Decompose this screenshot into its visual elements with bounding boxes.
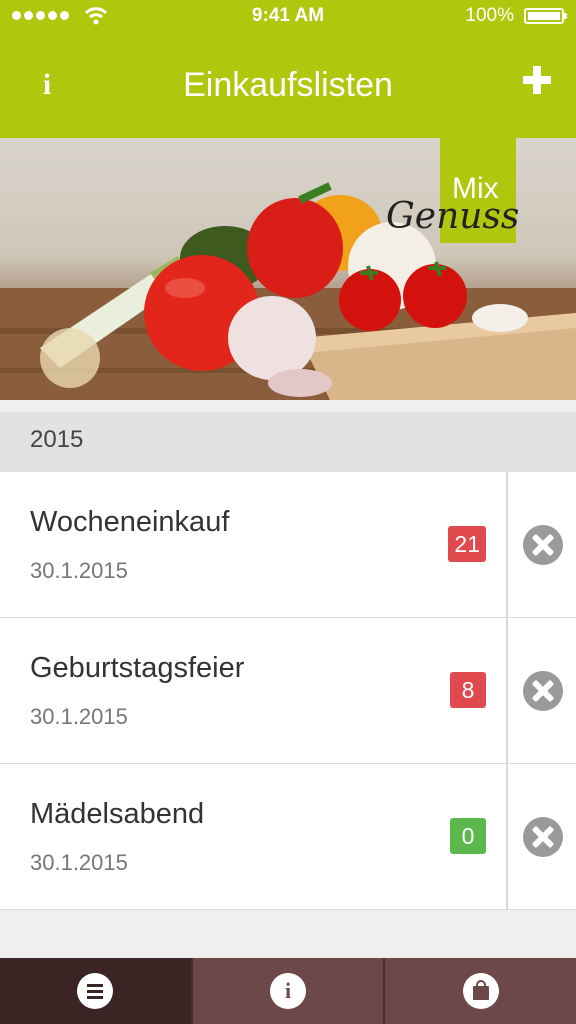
- delete-list-button[interactable]: [506, 618, 576, 763]
- header-banner-image: Mix Genuss: [0, 138, 576, 400]
- list-item-title: Geburtstagsfeier: [30, 652, 245, 684]
- list-item-open[interactable]: Geburtstagsfeier 30.1.2015 8: [0, 618, 506, 763]
- list-item-title: Wocheneinkauf: [30, 506, 230, 538]
- battery-icon: [524, 8, 567, 24]
- tab-shop[interactable]: [385, 958, 576, 1024]
- list-item-date: 30.1.2015: [30, 704, 128, 729]
- item-count-badge: 8: [450, 672, 486, 708]
- list-item-date: 30.1.2015: [30, 558, 128, 583]
- list-item: Mädelsabend 30.1.2015 0: [0, 764, 576, 910]
- plus-icon[interactable]: [520, 64, 554, 98]
- info-icon: i: [270, 973, 306, 1009]
- navigation-bar: i Einkaufslisten: [0, 34, 576, 138]
- section-header: 2015: [0, 412, 576, 473]
- delete-list-button[interactable]: [506, 764, 576, 909]
- logo-genuss-text: Genuss: [386, 196, 520, 237]
- tab-lists[interactable]: [0, 958, 193, 1024]
- battery-percentage: 100%: [465, 5, 514, 26]
- list-item-date: 30.1.2015: [30, 850, 128, 875]
- item-count-badge: 0: [450, 818, 486, 854]
- shopping-bag-icon: [462, 973, 499, 1009]
- page-title: Einkaufslisten: [183, 66, 393, 104]
- list-item-open[interactable]: Wocheneinkauf 30.1.2015 21: [0, 472, 506, 617]
- tab-bar: i: [0, 958, 576, 1024]
- list-icon: [77, 973, 114, 1009]
- close-circle-icon: [523, 671, 563, 711]
- list-item: Wocheneinkauf 30.1.2015 21: [0, 472, 576, 618]
- top-bar: 9:41 AM 100% i Einkaufslisten: [0, 0, 576, 138]
- delete-list-button[interactable]: [506, 472, 576, 617]
- close-circle-icon: [523, 525, 563, 565]
- list-item-open[interactable]: Mädelsabend 30.1.2015 0: [0, 764, 506, 909]
- item-count-badge: 21: [448, 526, 486, 562]
- list-item: Geburtstagsfeier 30.1.2015 8: [0, 618, 576, 764]
- list-item-title: Mädelsabend: [30, 798, 205, 830]
- status-bar: 9:41 AM 100%: [0, 0, 576, 34]
- tab-info[interactable]: i: [192, 958, 386, 1024]
- close-circle-icon: [523, 817, 563, 857]
- section-year: 2015: [30, 426, 84, 453]
- shopping-list: Wocheneinkauf 30.1.2015 21 Geburtstagsfe…: [0, 472, 576, 910]
